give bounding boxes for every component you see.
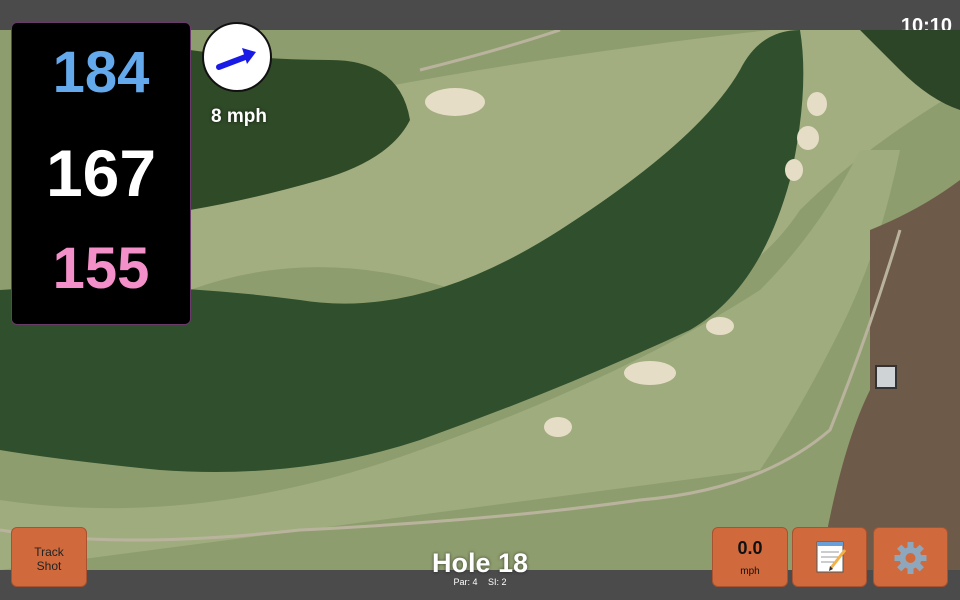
distance-panel: 184 167 155 [11, 22, 191, 325]
wind-button-value: 0.0 [737, 538, 763, 558]
back-of-green-distance: 184 [52, 40, 150, 105]
hole-stroke-index: SI: 2 [488, 577, 507, 587]
notepad-icon [816, 541, 847, 573]
scorecard-notes-button[interactable] [792, 527, 867, 587]
track-shot-button[interactable]: Track Shot [11, 527, 87, 587]
hole-details: Par: 4 SI: 2 [380, 577, 580, 587]
hole-title: Hole 18 [431, 548, 529, 578]
front-of-green-distance: 155 [52, 236, 150, 301]
wind-direction-arrow-icon [216, 48, 256, 70]
wind-direction-indicator [202, 22, 272, 92]
track-shot-label-line1: Track [34, 545, 64, 559]
hole-par: Par: 4 [453, 577, 478, 587]
wind-speed-button[interactable]: 0.0 mph [712, 527, 788, 587]
track-shot-label-line2: Shot [36, 559, 62, 573]
wind-speed-label: 8 mph [211, 106, 267, 127]
settings-button[interactable] [873, 527, 948, 587]
gear-icon [894, 542, 927, 574]
middle-of-green-distance: 167 [45, 136, 157, 210]
wind-button-unit: mph [740, 566, 760, 577]
